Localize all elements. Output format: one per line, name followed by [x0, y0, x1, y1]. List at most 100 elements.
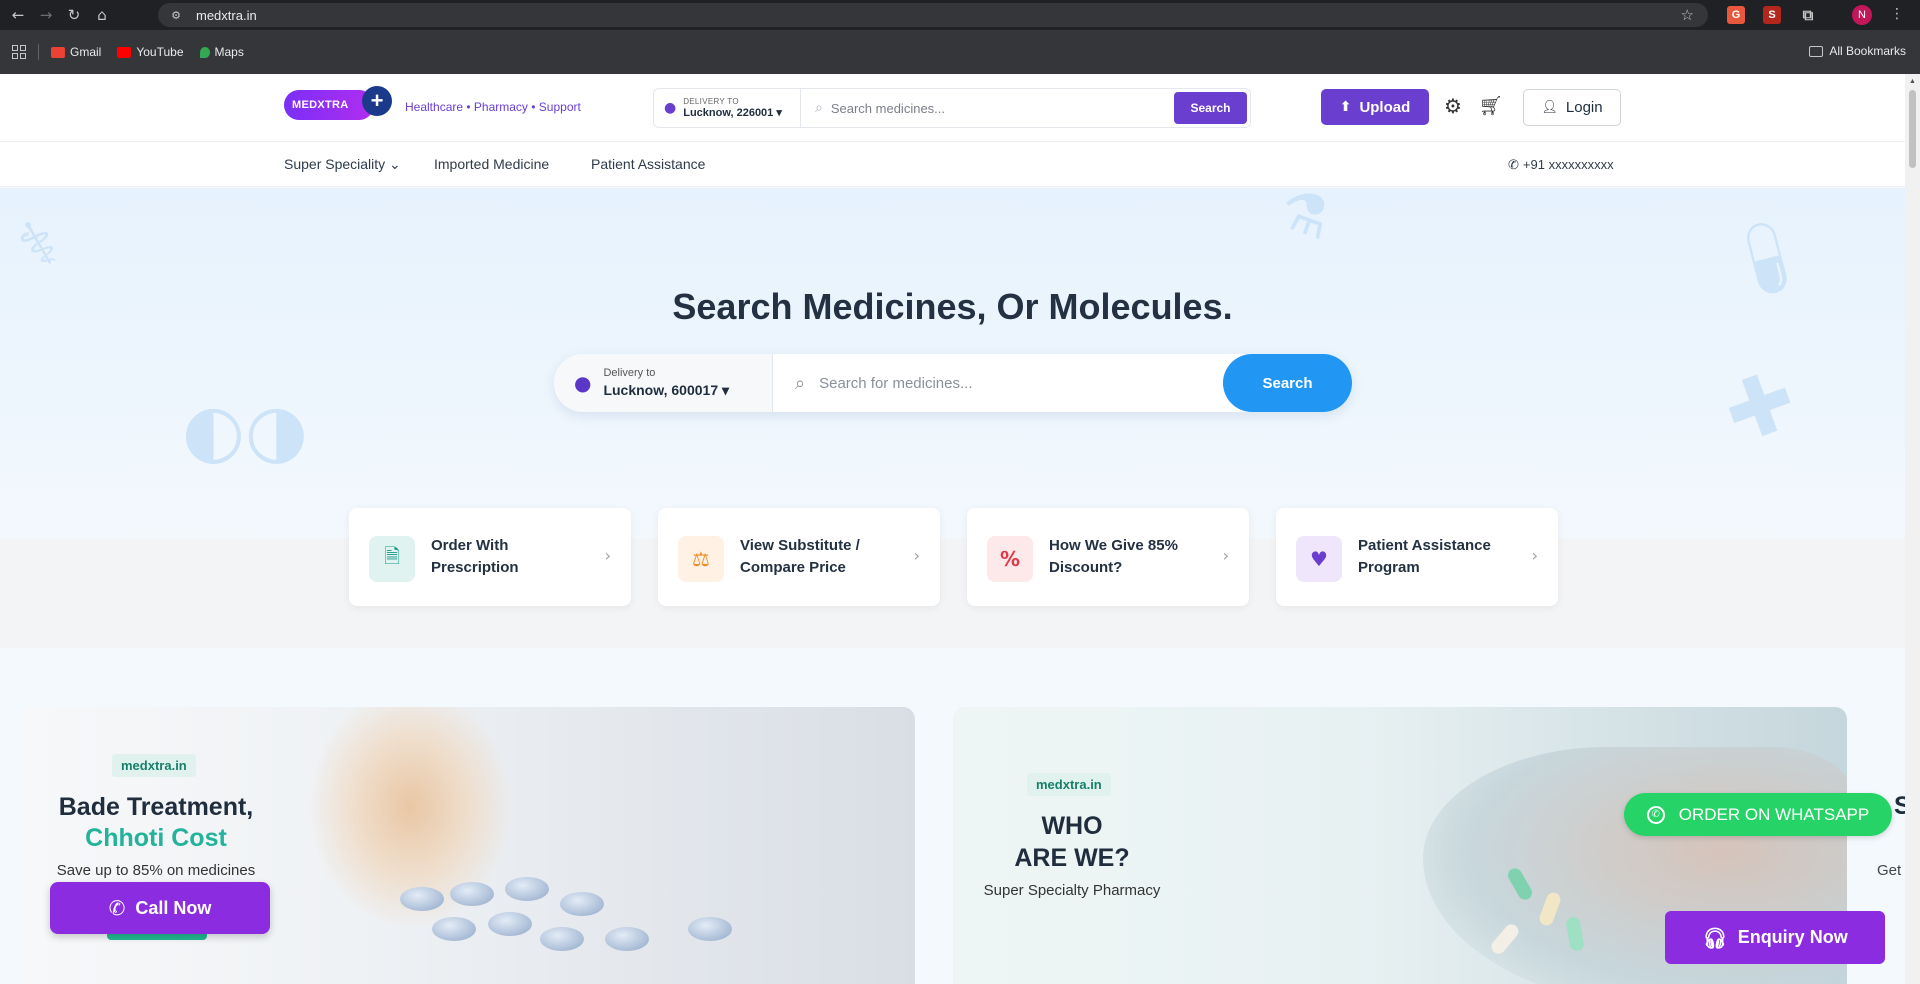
search-icon: ⌕ — [795, 372, 806, 394]
cart-icon[interactable]: 🛒︎ — [1479, 94, 1503, 117]
nav-imported-medicine[interactable]: Imported Medicine — [434, 156, 549, 172]
search-icon: ⌕ — [815, 100, 823, 116]
hero-title: Search Medicines, Or Molecules. — [672, 286, 1233, 327]
bookmark-gmail[interactable]: Gmail — [51, 45, 101, 59]
chevron-right-icon: › — [913, 546, 920, 565]
address-bar[interactable]: ⚙ medxtra.in ☆ — [158, 3, 1708, 27]
quick-links-band — [0, 538, 1905, 648]
grammarly-extension-icon[interactable]: G — [1727, 6, 1745, 24]
bookmark-maps[interactable]: Maps — [199, 45, 244, 59]
bookmark-label: Gmail — [70, 45, 102, 59]
banner-title-line1: Bade Treatment, — [58, 793, 254, 821]
quick-link-patient-assistance[interactable]: ♥ Patient Assistance Program › — [1276, 508, 1558, 606]
upload-label: Upload — [1359, 98, 1411, 116]
banner-title-line2: Chhoti Cost — [85, 824, 227, 852]
delivery-value: Lucknow, 600017 ▾ — [603, 382, 730, 398]
home-icon[interactable]: ⌂ — [92, 5, 112, 25]
extensions-puzzle-icon[interactable]: ⧉ — [1799, 6, 1817, 24]
extension-icon[interactable]: S — [1763, 6, 1781, 24]
bookmark-youtube[interactable]: YouTube — [117, 45, 184, 59]
hero-search-input[interactable] — [819, 374, 1200, 392]
whatsapp-label: ORDER ON WHATSAPP — [1678, 804, 1870, 824]
header-tagline: Healthcare • Pharmacy • Support — [405, 100, 581, 114]
url-text[interactable]: medxtra.in — [196, 8, 257, 23]
folder-icon — [1809, 45, 1824, 57]
quick-link-label: View Substitute / Compare Price — [740, 537, 860, 576]
login-label: Login — [1565, 99, 1603, 116]
header-search-bar: ● DELIVERY TO Lucknow, 226001 ▾ ⌕ Search — [653, 88, 1251, 128]
quick-link-substitute[interactable]: ⚖ View Substitute / Compare Price › — [658, 508, 940, 606]
banner-title-line2: ARE WE? — [1014, 844, 1130, 872]
quick-link-prescription[interactable]: 🗎︎ Order With Prescription › — [349, 508, 631, 606]
back-icon[interactable]: ← — [8, 5, 28, 25]
login-button[interactable]: 👤︎ Login — [1523, 89, 1621, 126]
gmail-icon — [51, 46, 65, 58]
banner-title: WHO ARE WE? — [952, 810, 1192, 874]
brand-tag: medxtra.in — [1027, 773, 1111, 796]
order-on-whatsapp-button[interactable]: ✆ ORDER ON WHATSAPP — [1624, 793, 1892, 836]
tablet-image — [432, 917, 476, 941]
enquiry-label: Enquiry Now — [1737, 927, 1848, 947]
header-delivery-selector[interactable]: ● DELIVERY TO Lucknow, 226001 ▾ — [654, 89, 801, 127]
chevron-right-icon: › — [1222, 546, 1229, 565]
hero-section: ⚕ ⚗ 💊︎ ◐◑ ✚ Search Medicines, Or Molecul… — [0, 175, 1905, 538]
hero-search-bar: ● Delivery to Lucknow, 600017 ▾ ⌕ Search — [554, 354, 1352, 412]
call-now-label: Call Now — [135, 897, 212, 918]
medxtra-logo[interactable]: MEDXTRA + — [284, 86, 396, 124]
bookmark-separator — [38, 44, 39, 60]
settings-gear-icon[interactable]: ⚙ — [1444, 94, 1462, 118]
category-nav: Super Speciality ⌄ Imported Medicine Pat… — [0, 142, 1905, 187]
profile-avatar[interactable]: N — [1852, 5, 1872, 25]
header-search-input[interactable] — [830, 100, 1181, 116]
upload-icon: ⬆ — [1339, 99, 1352, 115]
brand-tag: medxtra.in — [112, 754, 196, 777]
reload-icon[interactable]: ↻ — [64, 5, 84, 25]
tablet-image — [688, 917, 732, 941]
banner-title: Bade Treatment, Chhoti Cost — [36, 792, 276, 854]
bookmark-label: Maps — [214, 45, 244, 59]
phone-contact[interactable]: ✆ +91 xxxxxxxxxx — [1508, 157, 1614, 173]
bookmark-label: YouTube — [136, 45, 184, 59]
bookmarks-bar: Gmail YouTube Maps All Bookmarks — [0, 30, 1920, 74]
bookmark-star-icon[interactable]: ☆ — [1681, 6, 1694, 24]
apps-grid-icon[interactable] — [12, 45, 26, 59]
quick-link-discount[interactable]: % How We Give 85% Discount? › — [967, 508, 1249, 606]
logo-wordmark: MEDXTRA — [284, 90, 374, 120]
call-now-button[interactable]: ✆ Call Now — [50, 882, 270, 934]
quick-link-label: Order With Prescription — [431, 537, 519, 576]
chevron-right-icon: › — [604, 546, 611, 565]
delivery-label: DELIVERY TO — [683, 97, 739, 106]
scroll-up-arrow-icon[interactable]: ▲ — [1909, 78, 1916, 85]
chevron-right-icon: › — [1531, 546, 1538, 565]
medical-kit-icon: ✚ — [1711, 351, 1809, 464]
site-header: MEDXTRA + Healthcare • Pharmacy • Suppor… — [0, 74, 1905, 142]
youtube-icon — [117, 46, 132, 58]
nav-super-speciality[interactable]: Super Speciality ⌄ — [284, 156, 401, 173]
maps-icon — [199, 46, 210, 58]
tablet-image — [560, 892, 604, 916]
headset-icon: 🎧︎ — [1702, 925, 1728, 950]
browser-menu-icon[interactable]: ⋮ — [1890, 6, 1904, 22]
forward-icon[interactable]: → — [36, 5, 56, 25]
percent-icon: % — [987, 536, 1033, 582]
page-scrollbar[interactable]: ▲ — [1905, 74, 1920, 984]
nav-patient-assistance[interactable]: Patient Assistance — [591, 156, 705, 172]
enquiry-now-button[interactable]: 🎧︎ Enquiry Now — [1665, 911, 1885, 964]
banner-title-line1: WHO — [1041, 812, 1103, 840]
banner-subtitle: Super Specialty Pharmacy — [983, 882, 1161, 899]
flask-icon: ⚗ — [1270, 175, 1340, 254]
scrollbar-thumb[interactable] — [1909, 90, 1916, 168]
hero-search-button[interactable]: Search — [1223, 354, 1352, 412]
location-pin-icon: ● — [664, 100, 677, 116]
all-bookmarks-label: All Bookmarks — [1829, 44, 1906, 58]
site-info-icon[interactable]: ⚙ — [168, 7, 184, 23]
hero-delivery-selector[interactable]: ● Delivery to Lucknow, 600017 ▾ — [554, 354, 773, 412]
syringe-icon: ⚕ — [5, 204, 73, 286]
tablet-image — [505, 877, 549, 901]
upload-button[interactable]: ⬆ Upload — [1321, 89, 1429, 125]
header-search-button[interactable]: Search — [1174, 92, 1247, 124]
all-bookmarks[interactable]: All Bookmarks — [1809, 44, 1906, 58]
banner-subtitle: Save up to 85% on medicines — [56, 862, 256, 879]
scale-icon: ⚖ — [678, 536, 724, 582]
quick-link-label: Patient Assistance Program — [1358, 537, 1491, 576]
